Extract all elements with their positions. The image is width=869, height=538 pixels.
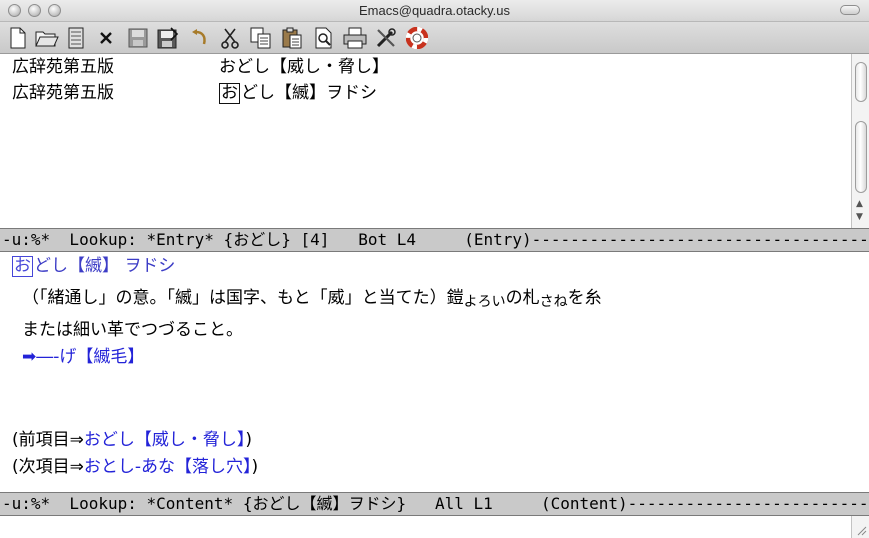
cut-icon[interactable] [218, 26, 242, 50]
ruby-annotation: よろい [463, 294, 506, 310]
entry-dictionary-name[interactable]: 広辞苑第五版 [12, 82, 114, 104]
new-file-icon[interactable] [6, 26, 30, 50]
ruby-annotation: さね [539, 294, 568, 310]
next-entry-line: (次項目⇒おとし‐あな【落し穴】) [12, 457, 259, 477]
content-buffer[interactable]: おどし【縅】 ヲドシ （「緒通し」の意。「縅」は国字、もと「威」と当てた）鎧よろ… [0, 252, 851, 492]
open-folder-icon[interactable] [35, 26, 59, 50]
definition-line-2: または細い革でつづること。 [22, 320, 243, 340]
resize-grip-icon[interactable] [855, 524, 867, 536]
search-icon[interactable] [312, 26, 336, 50]
heading-word: どし【縅】 [34, 256, 119, 276]
entry-mode-line: -u:%* Lookup: *Entry* {おどし} [4] Bot L4 (… [0, 228, 869, 252]
previous-entry-line: (前項目⇒おどし【威し・脅し】) [12, 430, 253, 450]
arrow-right-icon: ➡ [22, 347, 37, 367]
entry-buffer[interactable]: 広辞苑第五版 おどし【威し・脅し】 広辞苑第五版 おどし【縅】ヲドシ [0, 54, 851, 228]
text-cursor: お [12, 256, 33, 277]
minibuffer[interactable] [0, 516, 851, 538]
entry-dictionary-name[interactable]: 広辞苑第五版 [12, 56, 114, 78]
next-entry-link[interactable]: おとし‐あな【落し穴】 [84, 457, 252, 477]
title-bar: Emacs@quadra.otacky.us [0, 0, 869, 22]
close-icon[interactable] [94, 26, 118, 50]
content-heading: おどし【縅】 ヲドシ [12, 255, 175, 277]
related-word-link[interactable]: ➡―‐げ【縅毛】 [22, 346, 144, 368]
toolbar-toggle-button[interactable] [840, 5, 860, 15]
content-mode-line: -u:%* Lookup: *Content* {おどし【縅】ヲドシ} All … [0, 492, 869, 516]
save-icon[interactable] [126, 26, 150, 50]
toolbar [0, 22, 869, 54]
scrollbar-track-cap [855, 62, 867, 102]
print-icon[interactable] [343, 26, 367, 50]
help-icon[interactable] [405, 26, 429, 50]
undo-icon[interactable] [188, 26, 212, 50]
entry-headword[interactable]: おどし【威し・脅し】 [219, 56, 389, 78]
text-cursor: お [219, 83, 240, 104]
preferences-icon[interactable] [374, 26, 398, 50]
previous-entry-link[interactable]: おどし【威し・脅し】 [84, 430, 246, 450]
definition-line-1: （「緒通し」の意。「縅」は国字、もと「威」と当てた）鎧よろいの札さねを糸 [22, 288, 602, 310]
window-title: Emacs@quadra.otacky.us [359, 3, 510, 18]
minibuffer-scrollbar [851, 516, 869, 538]
scroll-up-arrow-icon[interactable]: ▲ [856, 199, 863, 209]
copy-icon[interactable] [249, 26, 273, 50]
scroll-down-arrow-icon[interactable]: ▼ [856, 212, 863, 222]
save-as-icon[interactable] [156, 26, 180, 50]
scrollbar-thumb[interactable] [855, 121, 867, 193]
entry-headword-text: どし【縅】ヲドシ [241, 83, 377, 103]
paste-icon[interactable] [280, 26, 304, 50]
entry-scrollbar[interactable]: ▲ ▼ [851, 54, 869, 228]
entry-headword-selected[interactable]: おどし【縅】ヲドシ [219, 82, 377, 104]
open-file-icon[interactable] [64, 26, 88, 50]
heading-reading: ヲドシ [124, 256, 176, 276]
